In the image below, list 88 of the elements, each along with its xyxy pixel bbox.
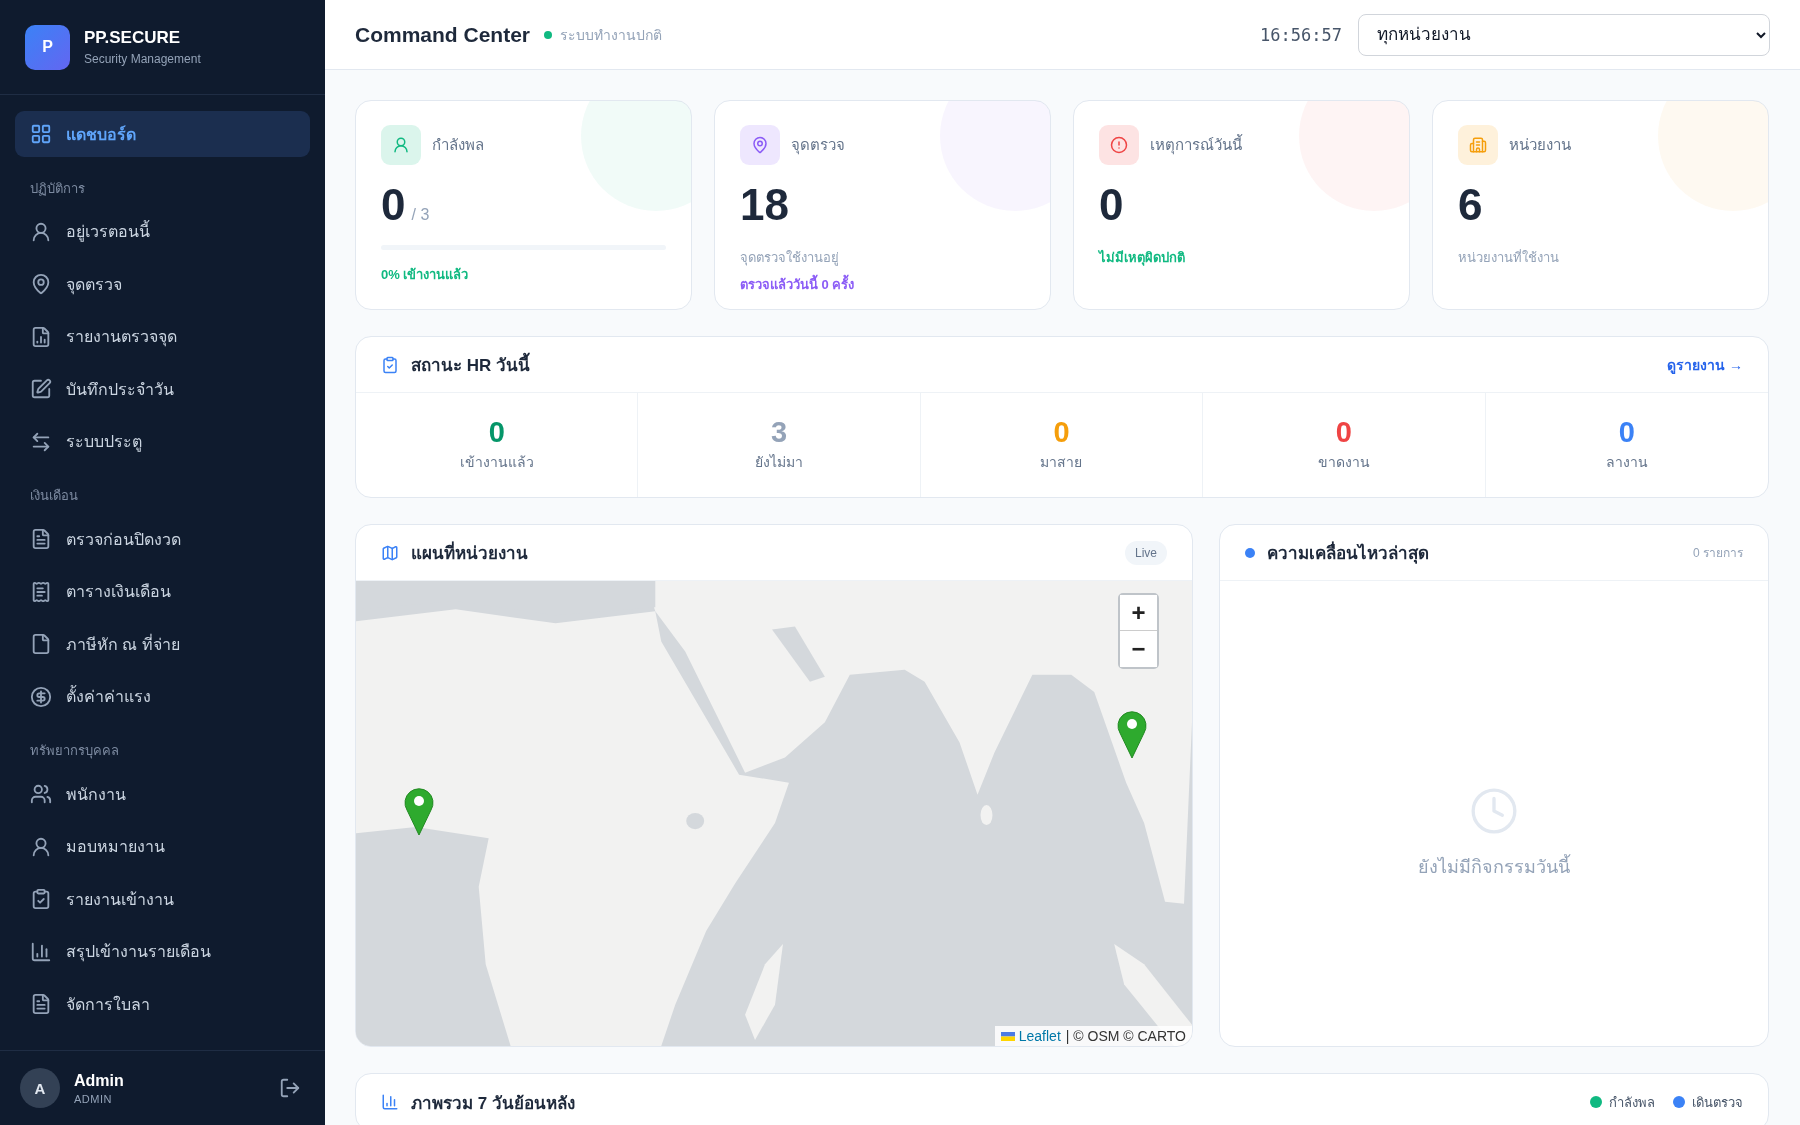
live-badge: Live bbox=[1125, 540, 1167, 565]
stat-value: 0 bbox=[1099, 183, 1124, 227]
clipboard-check-icon bbox=[30, 888, 52, 910]
nav-item[interactable]: พนักงาน bbox=[15, 771, 310, 817]
nav-item[interactable]: ระบบประตู bbox=[15, 418, 310, 465]
unit-select[interactable]: ทุกหน่วยงาน bbox=[1358, 13, 1770, 56]
hr-stat-value: 0 bbox=[488, 416, 505, 449]
stat-label: เหตุการณ์วันนี้ bbox=[1150, 133, 1242, 157]
map-marker-icon[interactable] bbox=[404, 786, 434, 836]
document-icon bbox=[30, 993, 52, 1015]
hr-stat-label: ยังไม่มา bbox=[755, 453, 804, 473]
panel-title: แผนที่หน่วยงาน bbox=[411, 539, 528, 566]
map-icon bbox=[381, 543, 399, 562]
flag-icon bbox=[1000, 1031, 1015, 1041]
dollar-icon bbox=[30, 685, 52, 708]
stat-note: 0% เข้างานแล้ว bbox=[381, 266, 470, 284]
system-status: ระบบทำงานปกติ bbox=[544, 23, 663, 46]
stat-label: กำลังพล bbox=[432, 135, 484, 155]
view-report-link[interactable]: ดูรายงาน → bbox=[1667, 353, 1743, 376]
hr-stat-label: เข้างานแล้ว bbox=[459, 453, 534, 473]
stat-total: / 3 bbox=[411, 206, 430, 224]
legend-label: เดินตรวจ bbox=[1692, 1093, 1743, 1112]
hr-stat-value: 0 bbox=[1618, 416, 1635, 449]
arrows-icon bbox=[30, 430, 52, 453]
stat-label: หน่วยงาน bbox=[1509, 135, 1571, 155]
stat-note: จุดตรวจใช้งานอยู่ bbox=[740, 249, 840, 268]
hr-stat-value: 3 bbox=[771, 416, 788, 449]
nav-item[interactable]: ตารางเงินเดือน bbox=[15, 568, 310, 615]
user-avatar: A bbox=[20, 1068, 60, 1108]
hr-stat-value: 0 bbox=[1053, 416, 1070, 449]
nav-item[interactable]: แดชบอร์ด bbox=[15, 111, 310, 157]
stat-label: จุดตรวจ bbox=[791, 135, 845, 157]
zoom-in-button[interactable]: + bbox=[1120, 595, 1157, 631]
hr-stat-value: 0 bbox=[1335, 416, 1352, 449]
brand-tagline: Security Management bbox=[84, 52, 201, 66]
stat-note: หน่วยงานที่ใช้งาน bbox=[1458, 248, 1560, 267]
receipt-icon bbox=[30, 580, 52, 603]
user-role: ADMIN bbox=[74, 1092, 113, 1105]
bar-chart-icon bbox=[30, 940, 52, 963]
nav-item[interactable]: บันทึกประจำวัน bbox=[15, 366, 310, 412]
users-icon bbox=[30, 783, 52, 805]
leaflet-link[interactable]: Leaflet bbox=[1000, 1028, 1061, 1044]
stat-value: 0 bbox=[381, 183, 406, 227]
person-icon bbox=[30, 835, 52, 858]
edit-icon bbox=[30, 378, 52, 400]
nav-item[interactable]: จุดตรวจ bbox=[15, 261, 310, 307]
stat-note: ไม่มีเหตุผิดปกติ bbox=[1099, 249, 1186, 268]
activity-count: 0 รายการ bbox=[1693, 545, 1743, 562]
clock: 16:56:57 bbox=[1260, 24, 1342, 45]
person-icon bbox=[30, 220, 52, 243]
stat-value: 6 bbox=[1458, 183, 1483, 227]
panel-title: สถานะ HR วันนี้ bbox=[411, 351, 530, 378]
page-title: Command Center bbox=[355, 22, 531, 47]
clock-icon bbox=[1469, 786, 1519, 836]
grid-icon bbox=[30, 123, 52, 145]
document-icon bbox=[30, 528, 52, 550]
chart-file-icon bbox=[30, 325, 52, 348]
stat-note: ตรวจแล้ววันนี้ 0 ครั้ง bbox=[740, 274, 1025, 295]
nav-item[interactable]: มอบหมายงาน bbox=[15, 823, 310, 870]
nav-item[interactable]: สรุปเข้างานรายเดือน bbox=[15, 928, 310, 975]
map-attribution: | © OSM © CARTO bbox=[1065, 1028, 1186, 1044]
brand-name: PP.SECURE bbox=[84, 28, 182, 48]
nav-section-title: ทรัพยากรบุคคล bbox=[29, 742, 120, 761]
empty-message: ยังไม่มีกิจกรรมวันนี้ bbox=[1418, 852, 1570, 881]
hr-stat-label: มาสาย bbox=[1040, 453, 1083, 473]
user-name: Admin bbox=[74, 1071, 124, 1090]
legend-label: กำลังพล bbox=[1609, 1093, 1655, 1112]
hr-stat-label: ลางาน bbox=[1605, 453, 1648, 473]
nav-item[interactable]: รายงานตรวจจุด bbox=[15, 313, 310, 360]
map-pin-icon bbox=[30, 273, 52, 295]
nav-item[interactable]: ตั้งค่าค่าแรง bbox=[15, 673, 310, 720]
clipboard-check-icon bbox=[381, 355, 399, 374]
bar-chart-icon bbox=[381, 1093, 399, 1111]
file-icon bbox=[30, 633, 52, 655]
map-marker-icon[interactable] bbox=[1117, 709, 1147, 759]
nav-section-title: ปฏิบัติการ bbox=[29, 179, 86, 198]
nav-item[interactable]: รายงานเข้างาน bbox=[15, 876, 310, 922]
nav-section-title: เงินเดือน bbox=[29, 487, 79, 505]
nav-item[interactable]: จัดการใบลา bbox=[15, 981, 310, 1027]
panel-title: ความเคลื่อนไหวล่าสุด bbox=[1267, 539, 1429, 566]
hr-stat-label: ขาดงาน bbox=[1317, 453, 1370, 473]
stat-value: 18 bbox=[740, 183, 789, 227]
nav-item[interactable]: ภาษีหัก ณ ที่จ่าย bbox=[15, 621, 310, 667]
status-dot bbox=[1245, 547, 1255, 558]
nav-item[interactable]: ตรวจก่อนปิดงวด bbox=[15, 516, 310, 562]
brand-logo: P bbox=[25, 24, 70, 70]
panel-title: ภาพรวม 7 วันย้อนหลัง bbox=[411, 1092, 575, 1115]
nav-item[interactable]: อยู่เวรตอนนี้ bbox=[15, 208, 310, 255]
